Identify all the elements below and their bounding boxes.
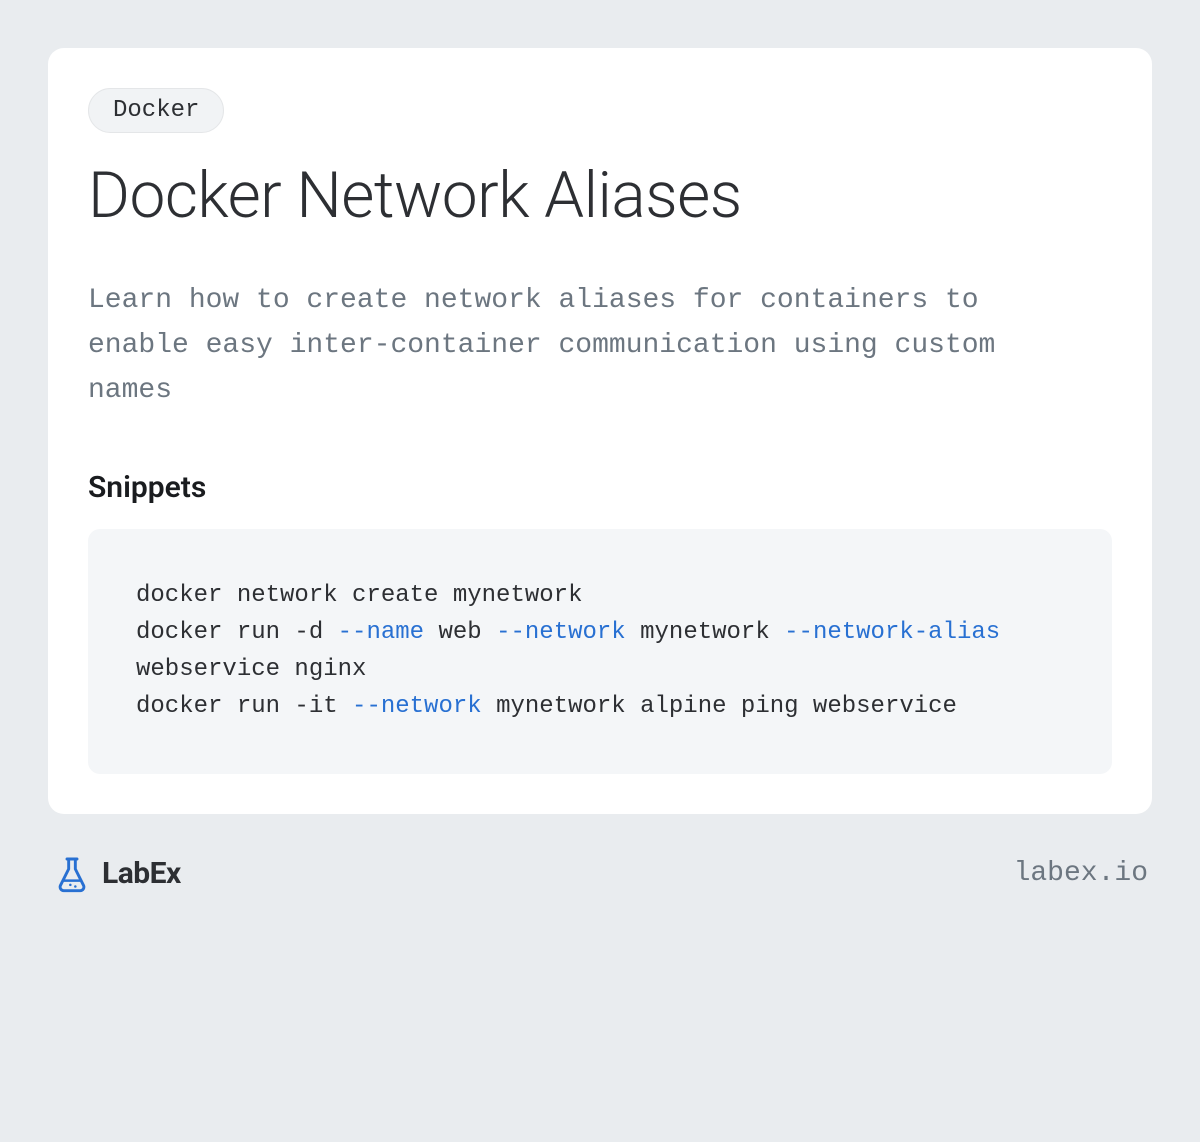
code-flag: --network-alias [784,619,1000,646]
brand-name: LabEx [102,856,181,891]
code-text: docker run -it [136,693,352,720]
site-url: labex.io [1014,858,1148,889]
snippets-heading: Snippets [88,470,1112,505]
code-snippet: docker network create mynetwork docker r… [88,529,1112,774]
footer: LabEx labex.io [48,854,1152,894]
flask-icon [52,854,92,894]
code-text: web [424,619,496,646]
code-text: docker network create mynetwork [136,582,582,609]
code-flag: --name [338,619,424,646]
brand-logo: LabEx [52,854,181,894]
code-flag: --network [496,619,626,646]
content-card: Docker Docker Network Aliases Learn how … [48,48,1152,814]
code-flag: --network [352,693,482,720]
code-text: docker run -d [136,619,338,646]
category-badge: Docker [88,88,224,133]
code-text: mynetwork [626,619,784,646]
code-text: mynetwork alpine ping webservice [482,693,957,720]
page-description: Learn how to create network aliases for … [88,279,1028,413]
page-title: Docker Network Aliases [88,161,1112,231]
